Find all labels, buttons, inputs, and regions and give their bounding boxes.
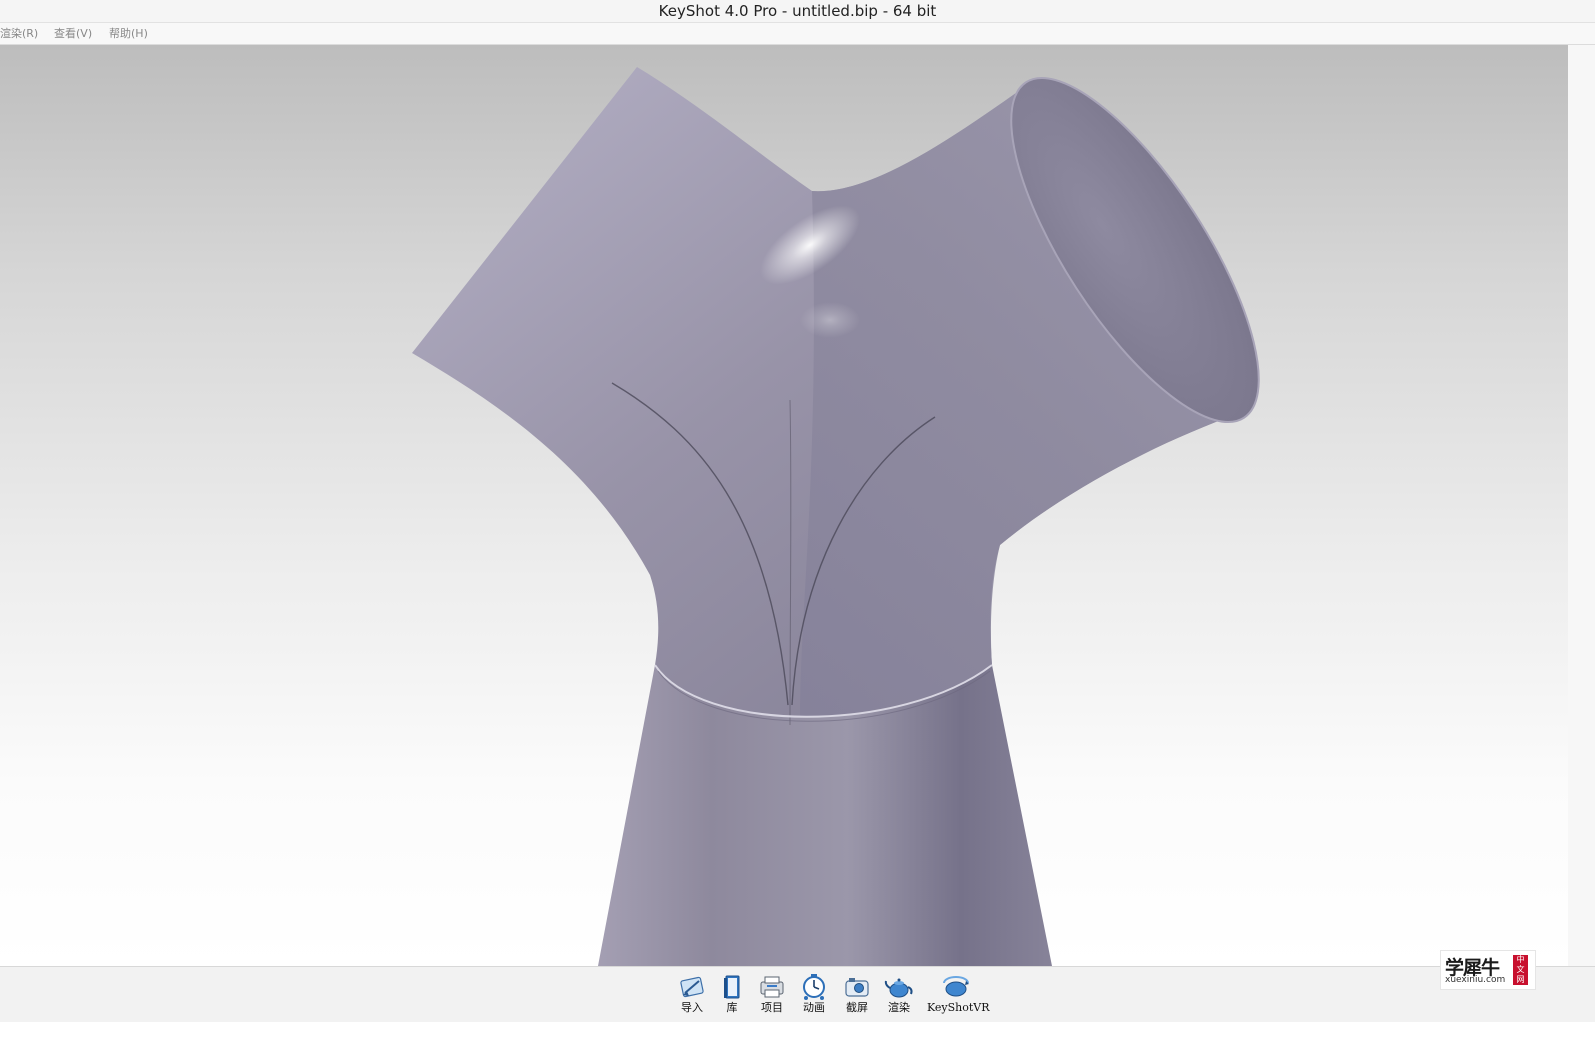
- animation-label: 动画: [803, 1001, 825, 1014]
- pipe-right-arm: [800, 83, 1240, 717]
- menu-render[interactable]: 渲染(R): [0, 23, 38, 44]
- animation-icon: [803, 974, 825, 1000]
- keyshotvr-button[interactable]: KeyShotVR: [927, 973, 990, 1021]
- library-label: 库: [726, 1001, 738, 1014]
- window-title-bar: KeyShot 4.0 Pro - untitled.bip - 64 bit: [0, 0, 1595, 23]
- screenshot-label: 截屏: [846, 1001, 868, 1014]
- keyshotvr-label: KeyShotVR: [927, 1001, 990, 1014]
- watermark-tag: 中文网: [1513, 955, 1528, 985]
- menu-help[interactable]: 帮助(H): [109, 23, 148, 44]
- project-button[interactable]: 项目: [750, 973, 794, 1021]
- y-pipe-model[interactable]: [0, 45, 1568, 966]
- status-strip: [0, 1022, 1595, 1040]
- library-icon: [724, 975, 740, 999]
- window-title: KeyShot 4.0 Pro - untitled.bip - 64 bit: [658, 2, 937, 20]
- keyshot-window: KeyShot 4.0 Pro - untitled.bip - 64 bit …: [0, 0, 1595, 1040]
- menu-bar: 渲染(R) 查看(V) 帮助(H): [0, 23, 1595, 45]
- screenshot-button[interactable]: 截屏: [835, 973, 879, 1021]
- watermark-url: xuexiniu.com: [1445, 975, 1506, 985]
- keyshotvr-icon: [943, 976, 969, 997]
- render-teapot-icon: [884, 978, 913, 998]
- project-label: 项目: [761, 1001, 783, 1014]
- render-label: 渲染: [888, 1001, 910, 1014]
- import-label: 导入: [681, 1001, 703, 1014]
- project-icon: [760, 976, 784, 998]
- render-viewport[interactable]: [0, 45, 1568, 966]
- bottom-toolbar: 导入 库 项目 动画 截屏 渲染 KeyShotVR: [0, 966, 1595, 1023]
- import-icon: [680, 976, 704, 998]
- menu-view[interactable]: 查看(V): [54, 23, 92, 44]
- library-button[interactable]: 库: [710, 973, 754, 1021]
- import-button[interactable]: 导入: [670, 973, 714, 1021]
- secondary-highlight: [800, 302, 860, 338]
- animation-button[interactable]: 动画: [792, 973, 836, 1021]
- site-watermark: 学犀牛 xuexiniu.com 中文网: [1440, 950, 1536, 990]
- screenshot-icon: [845, 978, 869, 997]
- render-button[interactable]: 渲染: [877, 973, 921, 1021]
- viewport-right-edge: [1568, 45, 1595, 966]
